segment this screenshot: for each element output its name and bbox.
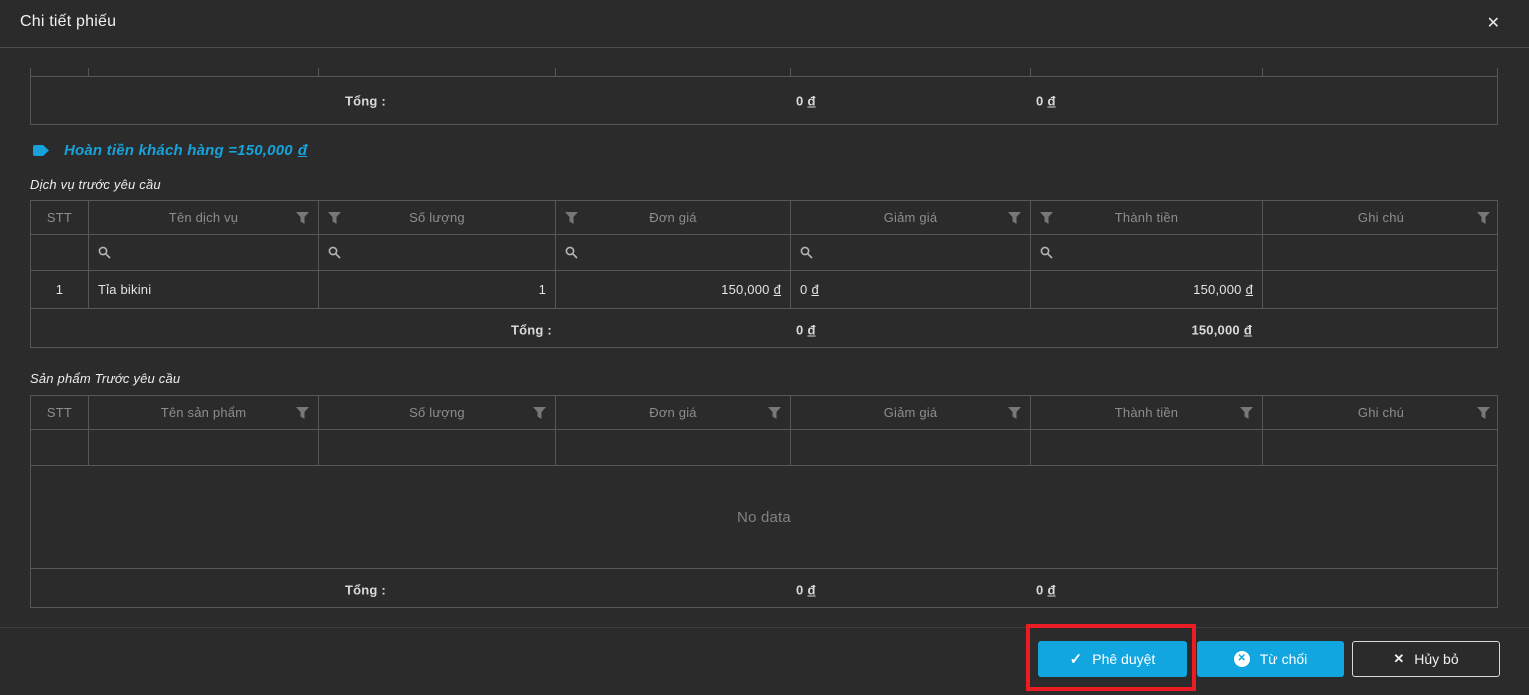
service-table-row[interactable]: 1 Tỉa bikini 1 150,000 đ 0đ 150,000 đ xyxy=(31,271,1497,309)
cancel-button[interactable]: ✕ Hủy bỏ xyxy=(1352,641,1500,677)
column-header-amount[interactable]: Thành tiền xyxy=(1031,201,1263,234)
discount-cell: 0đ xyxy=(791,271,1031,308)
column-header-stt: STT xyxy=(31,201,89,234)
service-amount-total: 150,000 đ xyxy=(1191,322,1252,337)
summary-table: Tổng : 0đ 0đ xyxy=(30,68,1498,125)
column-header-quantity[interactable]: Số lượng xyxy=(319,201,556,234)
filter-input-quantity[interactable] xyxy=(319,235,556,270)
note-cell xyxy=(1263,271,1499,308)
product-filter-row xyxy=(31,430,1497,466)
total-label: Tổng : xyxy=(345,582,386,598)
filter-icon[interactable] xyxy=(1477,211,1490,224)
column-header-product-name[interactable]: Tên sản phẩm xyxy=(89,396,319,429)
filter-icon[interactable] xyxy=(1008,406,1021,419)
service-name-cell: Tỉa bikini xyxy=(89,271,319,308)
service-discount-total: 0đ xyxy=(796,322,816,337)
check-icon: ✓ xyxy=(1069,651,1083,668)
footer-divider xyxy=(0,627,1529,628)
filter-input-quantity[interactable] xyxy=(319,430,556,465)
service-table-caption: Dịch vụ trước yêu cầu xyxy=(30,177,161,192)
filter-icon[interactable] xyxy=(565,211,578,224)
service-filter-row xyxy=(31,235,1497,271)
x-icon: ✕ xyxy=(1393,651,1405,666)
reject-button-label: Từ chối xyxy=(1259,651,1308,667)
circle-x-icon: ✕ xyxy=(1233,651,1250,667)
search-icon xyxy=(800,246,813,259)
filter-input-discount[interactable] xyxy=(791,430,1031,465)
filter-input-discount[interactable] xyxy=(791,235,1031,270)
product-table-caption: Sản phẩm Trước yêu cầu xyxy=(30,371,181,386)
search-icon xyxy=(98,246,111,259)
summary-table-clipped-row xyxy=(31,68,1497,77)
column-header-unit-price[interactable]: Đơn giá xyxy=(556,201,791,234)
refund-note-text: Hoàn tiền khách hàng =150,000 đ xyxy=(64,142,308,159)
filter-icon[interactable] xyxy=(296,211,309,224)
no-data-text: No data xyxy=(737,508,791,526)
filter-input-amount[interactable] xyxy=(1031,235,1263,270)
total-label: Tổng : xyxy=(511,322,552,337)
modal-header: Chi tiết phiếu ✕ xyxy=(0,0,1529,48)
column-header-service-name[interactable]: Tên dịch vụ xyxy=(89,201,319,234)
filter-icon[interactable] xyxy=(768,406,781,419)
approve-button[interactable]: ✓ Phê duyệt xyxy=(1038,641,1187,677)
empty-table-body: No data xyxy=(31,466,1497,569)
product-table: STT Tên sản phẩm Số lượng Đơn giá Giảm g… xyxy=(30,395,1498,608)
filter-input-amount[interactable] xyxy=(1031,430,1263,465)
filter-icon[interactable] xyxy=(1040,211,1053,224)
filter-input-unit-price[interactable] xyxy=(556,430,791,465)
filter-icon[interactable] xyxy=(1477,406,1490,419)
column-header-discount[interactable]: Giảm giá xyxy=(791,201,1031,234)
filter-input-service-name[interactable] xyxy=(89,235,319,270)
filter-input-unit-price[interactable] xyxy=(556,235,791,270)
filter-input-product-name[interactable] xyxy=(89,430,319,465)
search-icon xyxy=(328,246,341,259)
summary-amount-total: 0đ xyxy=(1036,93,1056,109)
total-label: Tổng : xyxy=(345,93,386,109)
column-header-note[interactable]: Ghi chú xyxy=(1263,201,1499,234)
filter-icon[interactable] xyxy=(1008,211,1021,224)
column-header-amount[interactable]: Thành tiền xyxy=(1031,396,1263,429)
service-table: STT Tên dịch vụ Số lượng Đơn giá Giảm gi… xyxy=(30,200,1498,348)
refund-note: Hoàn tiền khách hàng =150,000 đ xyxy=(33,142,307,159)
unit-price-cell: 150,000 đ xyxy=(556,271,791,308)
column-header-stt: STT xyxy=(31,396,89,429)
search-icon xyxy=(1040,246,1053,259)
product-discount-total: 0đ xyxy=(796,582,816,598)
cancel-button-label: Hủy bỏ xyxy=(1414,651,1459,667)
reject-button[interactable]: ✕ Từ chối xyxy=(1197,641,1344,677)
product-totals-row: Tổng : 0đ 0đ xyxy=(31,569,1497,611)
column-header-unit-price[interactable]: Đơn giá xyxy=(556,396,791,429)
stt-cell: 1 xyxy=(31,271,89,308)
column-header-discount[interactable]: Giảm giá xyxy=(791,396,1031,429)
ticket-detail-modal: Chi tiết phiếu ✕ Tổng : 0đ 0đ Hoàn tiền … xyxy=(0,0,1529,695)
filter-icon[interactable] xyxy=(1240,406,1253,419)
amount-cell: 150,000 đ xyxy=(1031,271,1263,308)
service-header-row: STT Tên dịch vụ Số lượng Đơn giá Giảm gi… xyxy=(31,201,1497,235)
filter-icon[interactable] xyxy=(328,211,341,224)
quantity-cell: 1 xyxy=(319,271,556,308)
service-totals-row: Tổng : 0đ 150,000 đ xyxy=(31,309,1497,350)
modal-title: Chi tiết phiếu xyxy=(20,13,117,30)
summary-totals-row: Tổng : 0đ 0đ xyxy=(31,77,1497,125)
approve-button-label: Phê duyệt xyxy=(1092,651,1156,667)
filter-icon[interactable] xyxy=(296,406,309,419)
search-icon xyxy=(565,246,578,259)
tag-arrow-icon xyxy=(33,145,49,156)
product-header-row: STT Tên sản phẩm Số lượng Đơn giá Giảm g… xyxy=(31,396,1497,430)
close-icon[interactable]: ✕ xyxy=(1481,13,1506,35)
column-header-quantity[interactable]: Số lượng xyxy=(319,396,556,429)
filter-icon[interactable] xyxy=(533,406,546,419)
column-header-note[interactable]: Ghi chú xyxy=(1263,396,1499,429)
summary-discount-total: 0đ xyxy=(796,93,816,109)
product-amount-total: 0đ xyxy=(1036,582,1056,598)
